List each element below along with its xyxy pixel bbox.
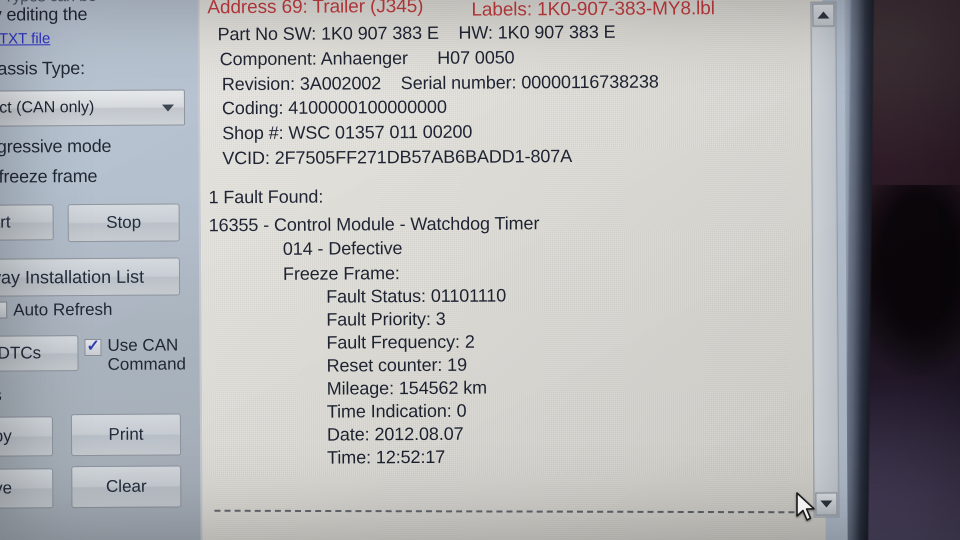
arrow-up-icon bbox=[817, 11, 830, 19]
part-number-line: Part No SW: 1K0 907 383 E HW: 1K0 907 38… bbox=[217, 21, 616, 45]
chassis-type-select[interactable]: etect (CAN only) bbox=[0, 89, 186, 127]
fault-subcode-line: 014 - Defective bbox=[282, 238, 403, 259]
scrollbar-track[interactable] bbox=[812, 27, 838, 492]
chevron-down-icon bbox=[161, 103, 175, 112]
freeze-frame-fault-frequency: Fault Frequency: 2 bbox=[326, 331, 475, 353]
arrow-down-icon bbox=[820, 500, 833, 508]
auto-refresh-label: Auto Refresh bbox=[13, 299, 113, 320]
freeze-frame-time: Time: 12:52:17 bbox=[327, 446, 446, 468]
use-can-command-checkbox-row[interactable]: Use CAN Command bbox=[84, 335, 186, 374]
stop-button[interactable]: Stop bbox=[67, 203, 180, 243]
auto-refresh-checkbox-row[interactable]: Auto Refresh bbox=[0, 300, 113, 320]
can-txt-file-link[interactable]: can.TXT file bbox=[0, 30, 50, 47]
save-button[interactable]: ave bbox=[0, 468, 54, 509]
results-scrollbar[interactable] bbox=[810, 1, 840, 518]
start-button[interactable]: art bbox=[0, 204, 54, 241]
use-can-command-label-line2: Command bbox=[107, 354, 187, 374]
results-section-label: ts bbox=[0, 386, 2, 405]
component-line: Component: Anhaenger H07 0050 bbox=[219, 47, 515, 70]
left-control-panel: assis Types can be d by editing the can.… bbox=[0, 0, 201, 540]
freeze-frame-date: Date: 2012.08.07 bbox=[326, 423, 464, 445]
address-header: Address 69: Trailer (J345) bbox=[207, 0, 424, 19]
freeze-frame-header: Freeze Frame: bbox=[282, 263, 400, 284]
screenshot-root: assis Types can be d by editing the can.… bbox=[0, 0, 960, 540]
display-freeze-frame-label: lay freeze frame bbox=[0, 165, 98, 187]
chassis-type-label: Chassis Type: bbox=[0, 58, 85, 79]
clear-all-dtcs-button[interactable]: all DTCs bbox=[0, 335, 79, 372]
use-can-command-label-line1: Use CAN bbox=[107, 335, 179, 355]
scroll-up-button[interactable] bbox=[812, 3, 835, 27]
freeze-frame-reset-counter: Reset counter: 19 bbox=[326, 354, 468, 376]
gateway-installation-list-button[interactable]: eway Installation List bbox=[0, 257, 181, 297]
copy-button[interactable]: opy bbox=[0, 416, 54, 457]
mouse-cursor-icon bbox=[796, 492, 815, 521]
results-text-area[interactable]: Address 69: Trailer (J345) Labels: 1K0-9… bbox=[197, 0, 826, 540]
use-can-command-checkbox[interactable] bbox=[84, 338, 102, 357]
coding-line: Coding: 4100000100000000 bbox=[221, 96, 447, 119]
scroll-down-button[interactable] bbox=[815, 492, 838, 516]
fault-code-line: 16355 - Control Module - Watchdog Timer bbox=[208, 213, 540, 236]
auto-refresh-checkbox[interactable] bbox=[0, 301, 8, 319]
shop-number-line: Shop #: WSC 01357 011 00200 bbox=[222, 121, 473, 144]
freeze-frame-fault-priority: Fault Priority: 3 bbox=[326, 308, 446, 330]
section-divider bbox=[214, 509, 795, 514]
info-text-line-2: d by editing the bbox=[0, 4, 88, 25]
print-button[interactable]: Print bbox=[70, 413, 182, 457]
freeze-frame-time-indication: Time Indication: 0 bbox=[326, 400, 467, 422]
labels-header: Labels: 1K0-907-383-MY8.lbl bbox=[471, 0, 715, 21]
aggressive-mode-label: aggressive mode bbox=[0, 135, 112, 157]
chassis-type-value: etect (CAN only) bbox=[0, 98, 95, 117]
revision-line: Revision: 3A002002 Serial number: 000001… bbox=[221, 71, 659, 95]
freeze-frame-mileage: Mileage: 154562 km bbox=[326, 377, 488, 399]
freeze-frame-fault-status: Fault Status: 01101110 bbox=[326, 285, 507, 307]
fault-count-line: 1 Fault Found: bbox=[208, 186, 324, 208]
clear-button[interactable]: Clear bbox=[71, 465, 182, 509]
diagnostic-app-window: assis Types can be d by editing the can.… bbox=[0, 0, 848, 540]
vcid-line: VCID: 2F7505FF271DB57AB6BADD1-807A bbox=[222, 146, 573, 169]
